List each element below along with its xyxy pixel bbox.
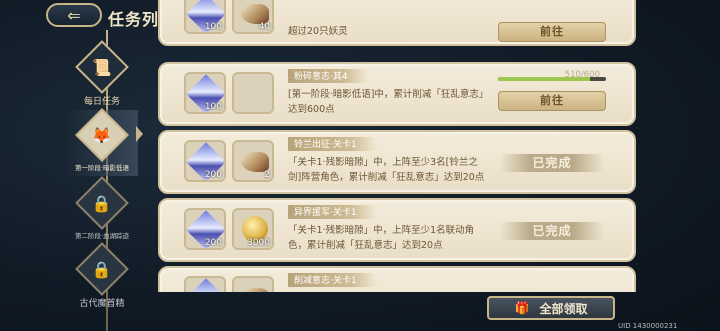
task-title: 粉碎意志·其4	[288, 69, 368, 83]
reward-count: 100	[204, 102, 222, 112]
lock-icon: 🔒	[92, 259, 112, 279]
gift-icon: 🎁	[514, 301, 530, 315]
task-card: 200 2 铃兰出征·关卡1 「关卡1·残影暗隙」中，上阵至少3名[铃兰之剑]阵…	[158, 130, 636, 194]
completed-status: 已完成	[500, 222, 604, 240]
go-button[interactable]: 前往	[498, 22, 606, 42]
sidebar-item-label: 第二阶段·血湖踪迹	[74, 232, 130, 240]
gem-icon	[186, 278, 224, 292]
reward-item[interactable]: 100	[184, 0, 226, 34]
back-arrow-icon: ⇐	[67, 5, 81, 25]
task-desc: 「关卡1·残影暗隙」中，上阵至少3名[铃兰之剑]阵营角色，累计削减「狂乱意志」达…	[288, 157, 485, 183]
task-card: 100 40 超过20只妖灵 前往	[158, 0, 636, 46]
task-card: 100 粉碎意志·其4 [第一阶段·暗影低语]中，累计削减「狂乱意志」达到600…	[158, 62, 636, 126]
sidebar-item-label: 古代魔首精	[79, 299, 125, 309]
task-title: 异界援军·关卡1	[288, 205, 377, 219]
go-button[interactable]: 前往	[498, 91, 606, 111]
lock-icon: 🔒	[92, 193, 112, 213]
scroll-icon: 📜	[92, 57, 112, 77]
active-indicator	[136, 126, 143, 142]
reward-item[interactable]	[184, 276, 226, 292]
task-card: 200 3000 异界援军·关卡1 「关卡1·残影暗隙」中，上阵至少1名联动角色…	[158, 198, 636, 262]
uid-text: UID 1430000231	[618, 322, 678, 330]
sidebar-item-ancient[interactable]: 🔒 古代魔首精	[62, 242, 142, 310]
task-desc: 「关卡1·残影暗隙」中，上阵至少1名联动角色，累计削减「狂乱意志」达到20点	[288, 225, 475, 251]
task-desc: 超过20只妖灵	[288, 26, 348, 37]
task-desc: [第一阶段·暗影低语]中，累计削减「狂乱意志」达到600点	[288, 89, 484, 115]
task-card: 削减意志·关卡1	[158, 266, 636, 292]
completed-status: 已完成	[500, 154, 604, 172]
reward-item[interactable]: 200	[184, 208, 226, 250]
reward-item[interactable]: 100	[184, 72, 226, 114]
claim-all-button[interactable]: 🎁 全部领取	[487, 296, 615, 320]
empty-reward-slot	[232, 72, 274, 114]
task-list[interactable]: 100 40 超过20只妖灵 前往 100 粉碎意志·其4 [第一阶段·暗影低语…	[158, 0, 636, 292]
reward-item[interactable]: 200	[184, 140, 226, 182]
reward-count: 200	[204, 238, 222, 248]
reward-item[interactable]: 3000	[232, 208, 274, 250]
claim-all-label: 全部领取	[539, 301, 588, 316]
reward-item[interactable]: 2	[232, 140, 274, 182]
sidebar-item-label: 第一阶段·暗影低语	[74, 164, 130, 172]
reward-count: 200	[204, 170, 222, 180]
fox-emblem-icon: 🦊	[92, 125, 112, 145]
claw-icon	[241, 152, 269, 172]
sidebar-item-daily[interactable]: 📜 每日任务	[62, 40, 142, 108]
task-progress: 510/600	[498, 70, 606, 82]
reward-count: 100	[204, 22, 222, 32]
sidebar-item-stage2[interactable]: 🔒 第二阶段·血湖踪迹	[62, 176, 142, 244]
sidebar-item-label: 每日任务	[83, 97, 120, 107]
reward-count: 40	[258, 22, 270, 32]
claw-icon	[241, 288, 269, 292]
reward-item[interactable]: 40	[232, 0, 274, 34]
task-title: 铃兰出征·关卡1	[288, 137, 377, 151]
reward-item[interactable]	[232, 276, 274, 292]
progress-text: 510/600	[564, 70, 600, 80]
sidebar-item-stage1[interactable]: 🦊 第一阶段·暗影低语	[66, 108, 138, 176]
claw-icon	[241, 4, 269, 24]
task-title: 削减意志·关卡1	[288, 273, 377, 287]
reward-count: 2	[264, 170, 270, 180]
reward-count: 3000	[247, 238, 270, 248]
back-button[interactable]: ⇐	[46, 3, 102, 27]
